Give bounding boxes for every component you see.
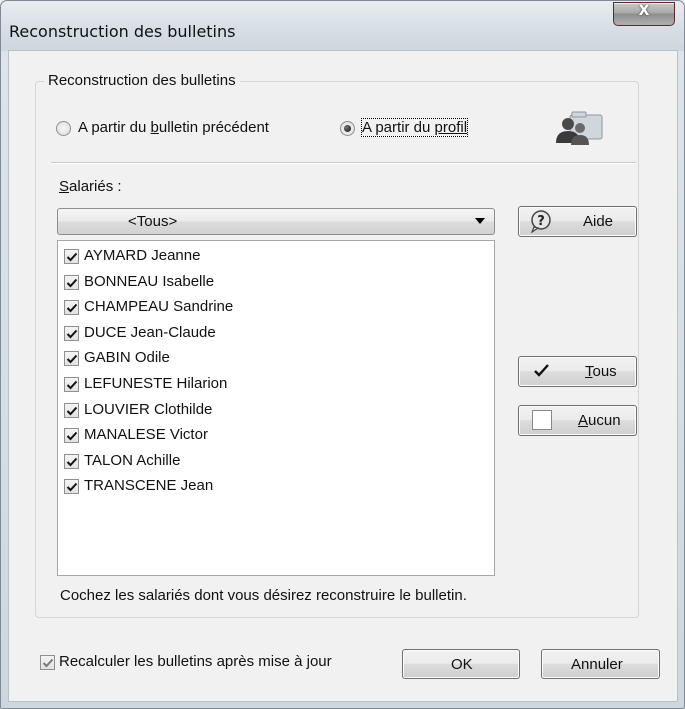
label-part: A partir du	[362, 119, 435, 136]
select-value: <Tous>	[128, 213, 178, 230]
cancel-button-label: Annuler	[571, 656, 623, 673]
radio-previous-bulletin[interactable]	[56, 121, 71, 136]
uncheck-all-button[interactable]: Aucun	[518, 405, 637, 436]
employees-list[interactable]: AYMARD Jeanne BONNEAU Isabelle CHAMPEAU Sa…	[57, 240, 495, 576]
employee-checkbox[interactable]	[64, 274, 79, 290]
label-mnemonic: profil	[434, 119, 468, 136]
chevron-down-icon[interactable]	[475, 218, 485, 224]
separator	[51, 162, 636, 164]
radio-profile-label[interactable]: A partir du profil	[360, 118, 469, 137]
label-part: ous	[592, 363, 617, 380]
uncheck-all-icon	[532, 410, 552, 430]
checkmark-icon	[66, 329, 78, 339]
check-all-button[interactable]: Tous	[518, 356, 637, 387]
label-mnemonic: A	[578, 412, 589, 429]
label-part: alariés :	[69, 178, 122, 195]
ok-button-label: OK	[451, 656, 473, 673]
checkmark-icon	[66, 432, 78, 441]
employee-name: LEFUNESTE Hilarion	[84, 375, 228, 392]
employee-checkbox[interactable]	[64, 479, 79, 495]
employee-name: TRANSCENE Jean	[84, 477, 214, 495]
employee-name: CHAMPEAU Sandrine	[84, 298, 234, 316]
checkmark-icon	[66, 483, 78, 492]
employee-checkbox[interactable]	[64, 428, 79, 444]
employee-name: MANALESE Victor	[84, 426, 208, 444]
employee-checkbox[interactable]	[64, 249, 79, 264]
check-all-button-label: Tous	[585, 363, 617, 380]
employee-name: GABIN Odile	[84, 349, 170, 367]
checkmark-icon	[66, 380, 78, 390]
label-part: ulletin précédent	[158, 119, 269, 136]
employee-name: DUCE Jean-Claude	[84, 323, 216, 341]
check-all-icon	[533, 362, 550, 379]
employee-checkbox[interactable]	[64, 402, 79, 418]
radio-selected-dot	[344, 125, 351, 132]
employee-checkbox[interactable]	[64, 325, 79, 341]
radio-profile[interactable]	[340, 121, 355, 136]
label-mnemonic: b	[150, 119, 159, 136]
checkmark-icon	[42, 658, 54, 668]
close-button[interactable]: X	[613, 2, 675, 26]
employee-checkbox[interactable]	[64, 351, 79, 367]
close-icon: X	[638, 3, 650, 19]
radio-previous-bulletin-label[interactable]: A partir du bulletin précédent	[78, 119, 269, 136]
employees-filter-select[interactable]: <Tous>	[57, 208, 495, 235]
label-part: ucun	[588, 412, 621, 429]
ok-button[interactable]: OK	[402, 649, 520, 679]
window-title: Reconstruction des bulletins	[9, 22, 236, 41]
cancel-button[interactable]: Annuler	[541, 649, 660, 679]
help-button-label: Aide	[583, 213, 614, 230]
title-bar[interactable]: Reconstruction des bulletins X	[1, 1, 684, 51]
help-icon: ?	[530, 210, 551, 233]
checkmark-icon	[66, 355, 78, 364]
checkmark-icon	[66, 252, 78, 262]
help-button[interactable]: ? Aide	[518, 206, 637, 237]
employee-name: TALON Achille	[84, 451, 181, 469]
profile-users-icon	[556, 111, 603, 145]
recalc-checkbox[interactable]	[40, 655, 55, 670]
recalc-label[interactable]: Recalculer les bulletins après mise à jo…	[59, 653, 332, 670]
employees-label: Salariés :	[59, 178, 122, 195]
checkmark-icon	[66, 406, 78, 416]
label-mnemonic: S	[59, 178, 70, 195]
employee-checkbox[interactable]	[64, 453, 79, 469]
uncheck-all-button-label: Aucun	[578, 412, 621, 429]
group-legend: Reconstruction des bulletins	[44, 72, 240, 89]
checkmark-icon	[66, 457, 78, 467]
employee-name: BONNEAU Isabelle	[84, 272, 215, 290]
checkmark-icon	[66, 304, 78, 313]
label-mnemonic: T	[585, 363, 593, 380]
employee-name: AYMARD Jeanne	[84, 247, 201, 264]
checkmark-icon	[66, 278, 78, 288]
instruction-text: Cochez les salariés dont vous désirez re…	[60, 587, 467, 604]
employee-name: LOUVIER Clothilde	[84, 400, 213, 418]
svg-text:?: ?	[537, 214, 545, 229]
employee-checkbox[interactable]	[64, 377, 79, 392]
label-part: A partir du	[78, 119, 151, 136]
employee-checkbox[interactable]	[64, 300, 79, 316]
